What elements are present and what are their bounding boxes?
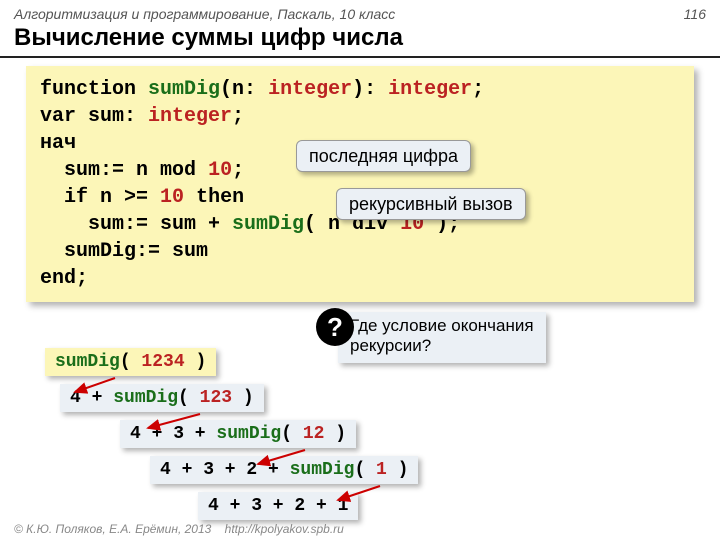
code-line: sumDig:= sum bbox=[40, 238, 680, 265]
code-line: var sum: integer; bbox=[40, 103, 680, 130]
trace-step-5: 4 + 3 + 2 + 1 bbox=[198, 492, 358, 520]
trace-step-4: 4 + 3 + 2 + sumDig( 1 ) bbox=[150, 456, 418, 484]
question-box: Где условие окончания рекурсии? bbox=[338, 312, 546, 363]
trace-step-1: sumDig( 1234 ) bbox=[45, 348, 216, 376]
slide-footer: © К.Ю. Поляков, Е.А. Ерёмин, 2013 http:/… bbox=[14, 522, 344, 536]
code-line: end; bbox=[40, 265, 680, 292]
callout-recursive: рекурсивный вызов bbox=[336, 188, 526, 220]
code-line: function sumDig(n: integer): integer; bbox=[40, 76, 680, 103]
page-number: 116 bbox=[684, 6, 706, 22]
trace-step-2: 4 + sumDig( 123 ) bbox=[60, 384, 264, 412]
code-block: function sumDig(n: integer): integer; va… bbox=[26, 66, 694, 302]
slide-header: Алгоритмизация и программирование, Паска… bbox=[0, 0, 720, 24]
question-line2: рекурсии? bbox=[350, 336, 534, 356]
trace-step-3: 4 + 3 + sumDig( 12 ) bbox=[120, 420, 356, 448]
page-title: Вычисление суммы цифр числа bbox=[0, 24, 720, 58]
footer-url[interactable]: http://kpolyakov.spb.ru bbox=[225, 522, 344, 536]
copyright: © К.Ю. Поляков, Е.А. Ерёмин, 2013 bbox=[14, 522, 211, 536]
question-mark-icon: ? bbox=[316, 308, 354, 346]
header-left: Алгоритмизация и программирование, Паска… bbox=[14, 6, 395, 22]
question-line1: Где условие окончания bbox=[350, 316, 534, 336]
callout-last-digit: последняя цифра bbox=[296, 140, 471, 172]
